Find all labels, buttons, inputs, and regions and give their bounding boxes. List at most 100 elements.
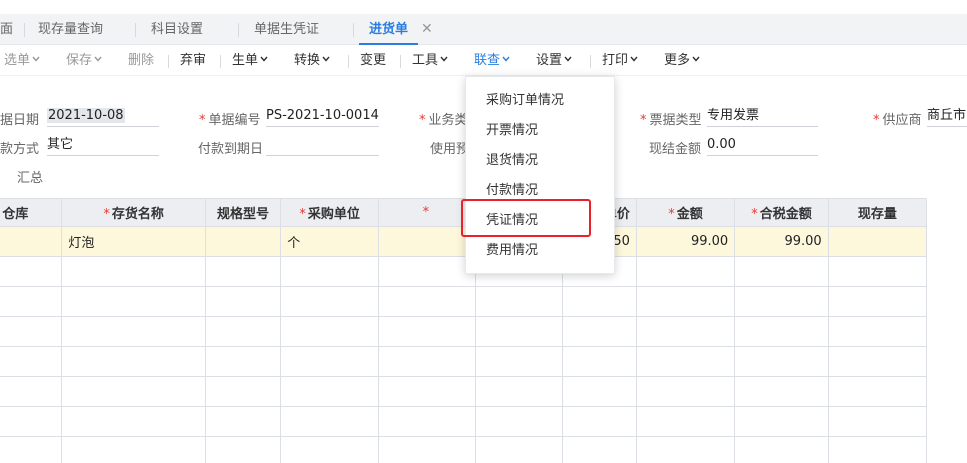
more-button[interactable]: 更多 [664,45,700,76]
table-cell[interactable]: 个 [280,226,379,257]
table-cell[interactable] [474,436,564,463]
table-cell[interactable] [635,316,736,347]
table-cell[interactable] [61,436,206,463]
table-cell[interactable] [377,256,476,287]
table-cell[interactable] [280,346,379,377]
table-cell[interactable] [0,406,63,437]
table-cell[interactable] [562,286,637,317]
column-header[interactable]: 现存量 [827,198,928,227]
doc-no-field[interactable]: PS-2021-10-0014 [266,105,379,127]
table-row[interactable] [0,406,928,437]
table-row[interactable] [0,346,928,377]
table-row[interactable] [0,286,928,317]
table-cell[interactable] [827,256,928,287]
table-cell[interactable] [474,376,564,407]
table-cell[interactable] [734,406,829,437]
table-cell[interactable] [562,376,637,407]
table-cell[interactable] [827,376,928,407]
table-cell[interactable] [204,316,282,347]
table-cell[interactable]: 灯泡 [61,226,206,257]
delete-button[interactable]: 删除 [128,45,154,76]
table-cell[interactable] [562,346,637,377]
table-cell[interactable] [474,316,564,347]
table-row[interactable]: 料库灯泡个%4.5099.0099.00 [0,226,928,257]
table-cell[interactable] [0,316,63,347]
menu-item-purchase-orders[interactable]: 采购订单情况 [486,86,564,116]
table-cell[interactable] [377,376,476,407]
menu-item-returns[interactable]: 退货情况 [486,146,538,176]
table-row[interactable] [0,316,928,347]
table-cell[interactable] [0,286,63,317]
table-cell[interactable] [377,436,476,463]
table-cell[interactable] [827,316,928,347]
table-cell[interactable] [827,406,928,437]
table-cell[interactable] [635,256,736,287]
table-cell[interactable] [377,226,476,257]
table-cell[interactable] [280,316,379,347]
table-row[interactable] [0,436,928,463]
settings-button[interactable]: 设置 [536,45,572,76]
table-cell[interactable] [562,316,637,347]
table-cell[interactable] [0,256,63,287]
column-header[interactable]: *仓库 [0,198,63,227]
table-cell[interactable] [562,406,637,437]
table-cell[interactable] [280,436,379,463]
table-cell[interactable] [280,286,379,317]
unapprove-button[interactable]: 弃审 [180,45,206,76]
table-cell[interactable] [61,376,206,407]
column-header[interactable]: * 采购单位 [280,198,379,227]
table-cell[interactable] [635,376,736,407]
table-cell[interactable] [827,226,928,257]
table-cell[interactable] [204,286,282,317]
column-header[interactable]: * 合税金额 [734,198,829,227]
column-header[interactable]: * [377,198,476,227]
table-row[interactable] [0,376,928,407]
table-cell[interactable] [562,436,637,463]
table-row[interactable] [0,256,928,287]
menu-item-vouchers[interactable]: 凭证情况 [486,206,538,236]
menu-item-invoicing[interactable]: 开票情况 [486,116,538,146]
table-cell[interactable]: 99.00 [635,226,736,257]
table-cell[interactable] [280,256,379,287]
table-cell[interactable] [377,316,476,347]
print-button[interactable]: 打印 [602,45,638,76]
table-cell[interactable] [635,436,736,463]
table-cell[interactable] [204,256,282,287]
table-cell[interactable] [827,346,928,377]
menu-item-expenses[interactable]: 费用情况 [486,236,538,266]
table-cell[interactable] [635,346,736,377]
table-cell[interactable] [61,316,206,347]
table-cell[interactable] [474,406,564,437]
tab-voucher-generation[interactable]: 单据生凭证 [254,14,319,45]
close-icon[interactable]: ✕ [421,14,433,45]
tools-button[interactable]: 工具 [412,45,448,76]
table-cell[interactable] [61,256,206,287]
table-cell[interactable] [734,436,829,463]
supplier-field[interactable]: 商丘市 [927,105,967,127]
generate-button[interactable]: 生单 [232,45,268,76]
table-cell[interactable] [377,286,476,317]
table-cell[interactable] [734,376,829,407]
table-cell[interactable] [204,226,282,257]
tab-purchase-receipt[interactable]: 进货单 [358,14,419,45]
table-cell[interactable] [827,436,928,463]
column-header[interactable]: * 金额 [635,198,736,227]
table-cell[interactable] [61,286,206,317]
table-cell[interactable] [734,346,829,377]
doc-date-field[interactable]: 2021-10-08 [47,105,159,127]
link-query-button[interactable]: 联查 [474,45,510,76]
table-cell[interactable] [280,376,379,407]
table-cell[interactable] [474,346,564,377]
table-cell[interactable] [827,286,928,317]
cash-settle-field[interactable]: 0.00 [707,134,818,156]
table-cell[interactable] [280,406,379,437]
table-cell[interactable]: 99.00 [734,226,829,257]
table-cell[interactable] [61,406,206,437]
table-cell[interactable] [377,346,476,377]
change-button[interactable]: 变更 [360,45,386,76]
table-cell[interactable] [0,376,63,407]
pay-method-field[interactable]: 其它 [47,134,159,156]
table-cell[interactable] [635,406,736,437]
table-cell[interactable] [377,406,476,437]
table-cell[interactable] [734,256,829,287]
